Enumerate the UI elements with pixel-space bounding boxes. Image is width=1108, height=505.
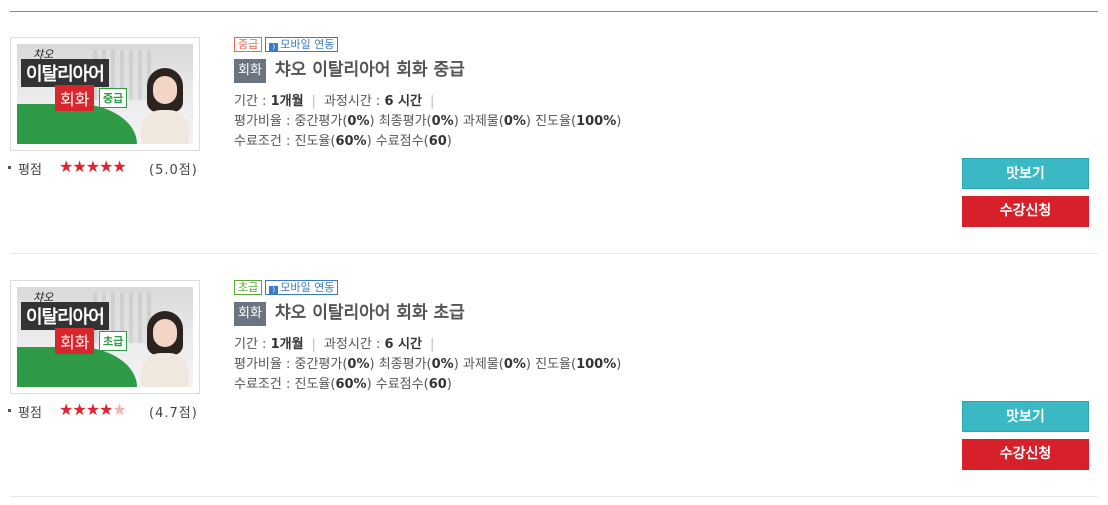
course-item-beginner: 챠오 이탈리아어 회화 초급 평점 ★★★★★ (4.7점) 초급) 모바일 연동… — [0, 254, 1108, 497]
category-tag: 회화 — [234, 59, 266, 83]
course-evaluation-ratio: 평가비율 : 중간평가(0%) 최종평가(0%) 과제물(0%) 진도율(100… — [234, 357, 622, 372]
thumbnail-level-text: 초급 — [99, 331, 128, 351]
thumbnail-level-text: 중급 — [99, 88, 128, 108]
course-period-hours: 기간 : 1개월 | 과정시간 : 6 시간 | — [234, 94, 435, 109]
course-badges: 초급) 모바일 연동 — [234, 280, 341, 296]
rating-label: 평점 — [18, 406, 42, 421]
course-completion-condition: 수료조건 : 진도율(60%) 수료점수(60) — [234, 134, 452, 149]
rating-stars: ★★★★★ — [59, 157, 127, 176]
thumbnail-title-text: 이탈리아어 — [21, 59, 109, 87]
rating-score: (4.7점) — [149, 406, 198, 421]
instructor-photo — [141, 311, 189, 387]
rss-icon: ) — [269, 286, 279, 295]
rating-label: 평점 — [18, 163, 42, 178]
course-divider — [10, 496, 1098, 497]
mobile-badge: ) 모바일 연동 — [265, 280, 339, 295]
mobile-badge: ) 모바일 연동 — [265, 37, 339, 52]
rating-score: (5.0점) — [149, 163, 198, 178]
course-item-intermediate: 챠오 이탈리아어 회화 중급 평점 ★★★★★ (5.0점) 중급) 모바일 연동… — [0, 11, 1108, 254]
course-completion-condition: 수료조건 : 진도율(60%) 수료점수(60) — [234, 377, 452, 392]
bullet-dot — [8, 166, 11, 169]
course-title[interactable]: 챠오 이탈리아어 회화 초급 — [275, 301, 465, 325]
preview-button[interactable]: 맛보기 — [962, 158, 1089, 189]
rss-icon: ) — [269, 43, 279, 52]
bullet-dot — [8, 409, 11, 412]
enroll-button[interactable]: 수강신청 — [962, 196, 1089, 227]
course-period-hours: 기간 : 1개월 | 과정시간 : 6 시간 | — [234, 337, 435, 352]
category-tag: 회화 — [234, 302, 266, 326]
thumbnail-conv-text: 회화 — [55, 85, 95, 111]
thumbnail-image: 챠오 이탈리아어 회화 중급 — [17, 44, 193, 144]
rating-stars: ★★★★★ — [59, 400, 127, 419]
thumbnail-conv-text: 회화 — [55, 328, 95, 354]
thumbnail-title-text: 이탈리아어 — [21, 302, 109, 330]
course-badges: 중급) 모바일 연동 — [234, 37, 341, 53]
enroll-button[interactable]: 수강신청 — [962, 439, 1089, 470]
preview-button[interactable]: 맛보기 — [962, 401, 1089, 432]
course-title[interactable]: 챠오 이탈리아어 회화 중급 — [275, 58, 465, 82]
level-badge: 초급 — [234, 280, 263, 295]
course-thumbnail[interactable]: 챠오 이탈리아어 회화 초급 — [10, 280, 200, 394]
level-badge: 중급 — [234, 37, 263, 52]
course-evaluation-ratio: 평가비율 : 중간평가(0%) 최종평가(0%) 과제물(0%) 진도율(100… — [234, 114, 622, 129]
thumbnail-image: 챠오 이탈리아어 회화 초급 — [17, 287, 193, 387]
course-thumbnail[interactable]: 챠오 이탈리아어 회화 중급 — [10, 37, 200, 151]
instructor-photo — [141, 68, 189, 144]
